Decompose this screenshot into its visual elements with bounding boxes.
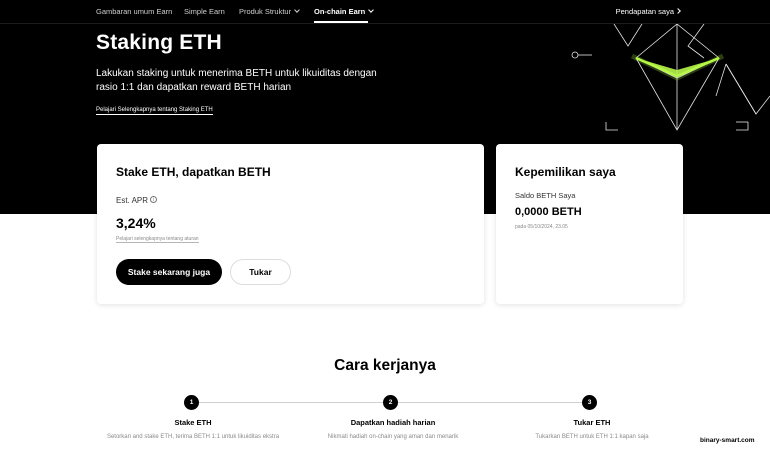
step-number: 1 bbox=[184, 395, 199, 410]
chevron-down-icon bbox=[368, 7, 375, 13]
stake-card-title: Stake ETH, dapatkan BETH bbox=[116, 165, 271, 179]
step-description: Tukarkan BETH untuk ETH 1:1 kapan saja bbox=[535, 434, 649, 440]
step-title: Stake ETH bbox=[174, 418, 212, 427]
apr-label: Est. APR i bbox=[116, 196, 158, 205]
rules-link[interactable]: Pelajari selengkapnya tentang aturan bbox=[116, 236, 199, 243]
balance-value: 0,0000 BETH bbox=[515, 206, 582, 218]
balance-timestamp: pada 05/10/2024, 23.05 bbox=[515, 224, 568, 230]
stake-card: Stake ETH, dapatkan BETH Est. APR i 3,24%… bbox=[97, 144, 484, 304]
my-earnings-link[interactable]: Pendapatan saya bbox=[615, 7, 681, 16]
nav-item-onchain-earn[interactable]: On-chain Earn bbox=[314, 7, 375, 16]
page-title: Staking ETH bbox=[96, 31, 222, 54]
apr-value: 3,24% bbox=[116, 215, 156, 231]
step-number: 2 bbox=[383, 395, 398, 410]
nav-item-onchain-earn-label: On-chain Earn bbox=[314, 7, 366, 16]
nav-item-structured-products-label: Produk Struktur bbox=[239, 7, 292, 16]
chevron-down-icon bbox=[294, 7, 300, 13]
watermark: binary-smart.com bbox=[700, 437, 755, 444]
hero-description: Lakukan staking untuk menerima BETH untu… bbox=[96, 68, 377, 93]
apr-label-text: Est. APR bbox=[116, 196, 149, 205]
holdings-card: Kepemilikan saya Saldo BETH Saya 0,0000 … bbox=[496, 144, 683, 304]
top-nav: Gambaran umum Earn Simple Earn Produk St… bbox=[0, 0, 770, 24]
holdings-title: Kepemilikan saya bbox=[515, 165, 616, 179]
nav-item-structured-products[interactable]: Produk Struktur bbox=[239, 7, 300, 16]
chevron-right-icon bbox=[675, 8, 681, 14]
my-earnings-label: Pendapatan saya bbox=[615, 7, 674, 16]
how-it-works-title: Cara kerjanya bbox=[334, 357, 436, 374]
nav-item-simple-earn[interactable]: Simple Earn bbox=[184, 7, 225, 16]
info-icon[interactable]: i bbox=[150, 196, 158, 204]
step-description: Setorkan and stake ETH, terima BETH 1:1 … bbox=[106, 434, 280, 440]
active-tab-indicator bbox=[314, 21, 368, 23]
eth-illustration bbox=[571, 24, 770, 131]
nav-item-earn-overview[interactable]: Gambaran umum Earn bbox=[96, 7, 172, 16]
step-title: Tukar ETH bbox=[573, 418, 611, 427]
balance-label: Saldo BETH Saya bbox=[515, 191, 576, 200]
learn-more-link[interactable]: Pelajari Selengkapnya tentang Staking ET… bbox=[96, 107, 213, 115]
stake-now-button[interactable]: Stake sekarang juga bbox=[116, 259, 222, 285]
swap-button[interactable]: Tukar bbox=[230, 259, 291, 285]
step-number: 3 bbox=[582, 395, 597, 410]
step-title: Dapatkan hadiah harian bbox=[350, 418, 436, 427]
step-description: Nikmati hadiah on-chain yang aman dan me… bbox=[327, 434, 459, 440]
